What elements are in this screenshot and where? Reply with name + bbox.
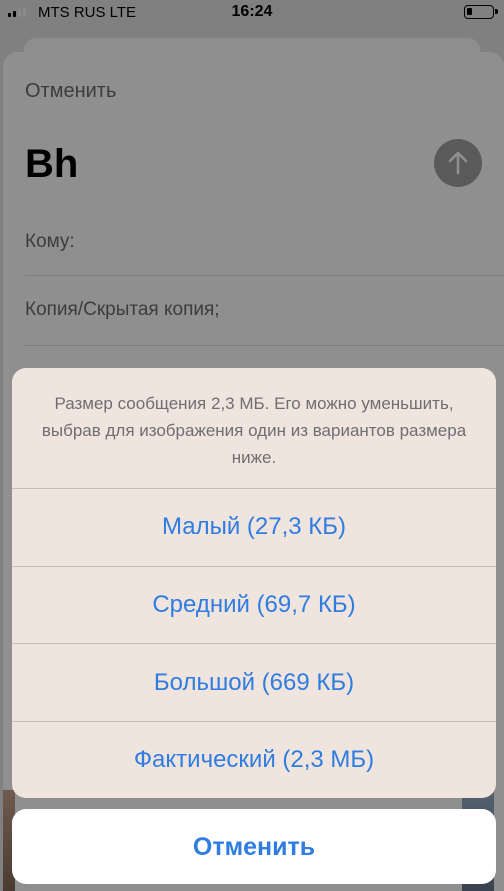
image-size-action-sheet: Размер сообщения 2,3 МБ. Его можно умень… (12, 368, 496, 798)
divider (12, 566, 496, 567)
divider (25, 275, 504, 276)
divider (12, 488, 496, 489)
subject-title: Bh (25, 142, 79, 186)
to-field[interactable]: Кому: (25, 231, 75, 253)
arrow-up-icon (448, 151, 468, 175)
action-sheet-cancel-button[interactable]: Отменить (12, 809, 496, 884)
size-option-medium[interactable]: Средний (69,7 КБ) (12, 591, 496, 619)
screen: MTS RUS LTE 16:24 Отменить Bh Кому: Копи… (0, 0, 504, 891)
send-button[interactable] (434, 139, 482, 187)
action-sheet-message: Размер сообщения 2,3 МБ. Его можно умень… (41, 394, 467, 467)
compose-cancel-button[interactable]: Отменить (25, 80, 116, 103)
size-option-small[interactable]: Малый (27,3 КБ) (12, 513, 496, 541)
divider (12, 721, 496, 722)
status-bar: MTS RUS LTE 16:24 (0, 0, 504, 26)
status-time: 16:24 (231, 3, 273, 20)
size-option-large[interactable]: Большой (669 КБ) (12, 669, 496, 697)
battery-icon (464, 5, 498, 19)
divider (12, 643, 496, 644)
divider (25, 345, 504, 346)
cancel-label: Отменить (192, 833, 316, 861)
size-option-actual[interactable]: Фактический (2,3 МБ) (12, 746, 496, 774)
cc-bcc-field[interactable]: Копия/Скрытая копия; (25, 299, 220, 321)
